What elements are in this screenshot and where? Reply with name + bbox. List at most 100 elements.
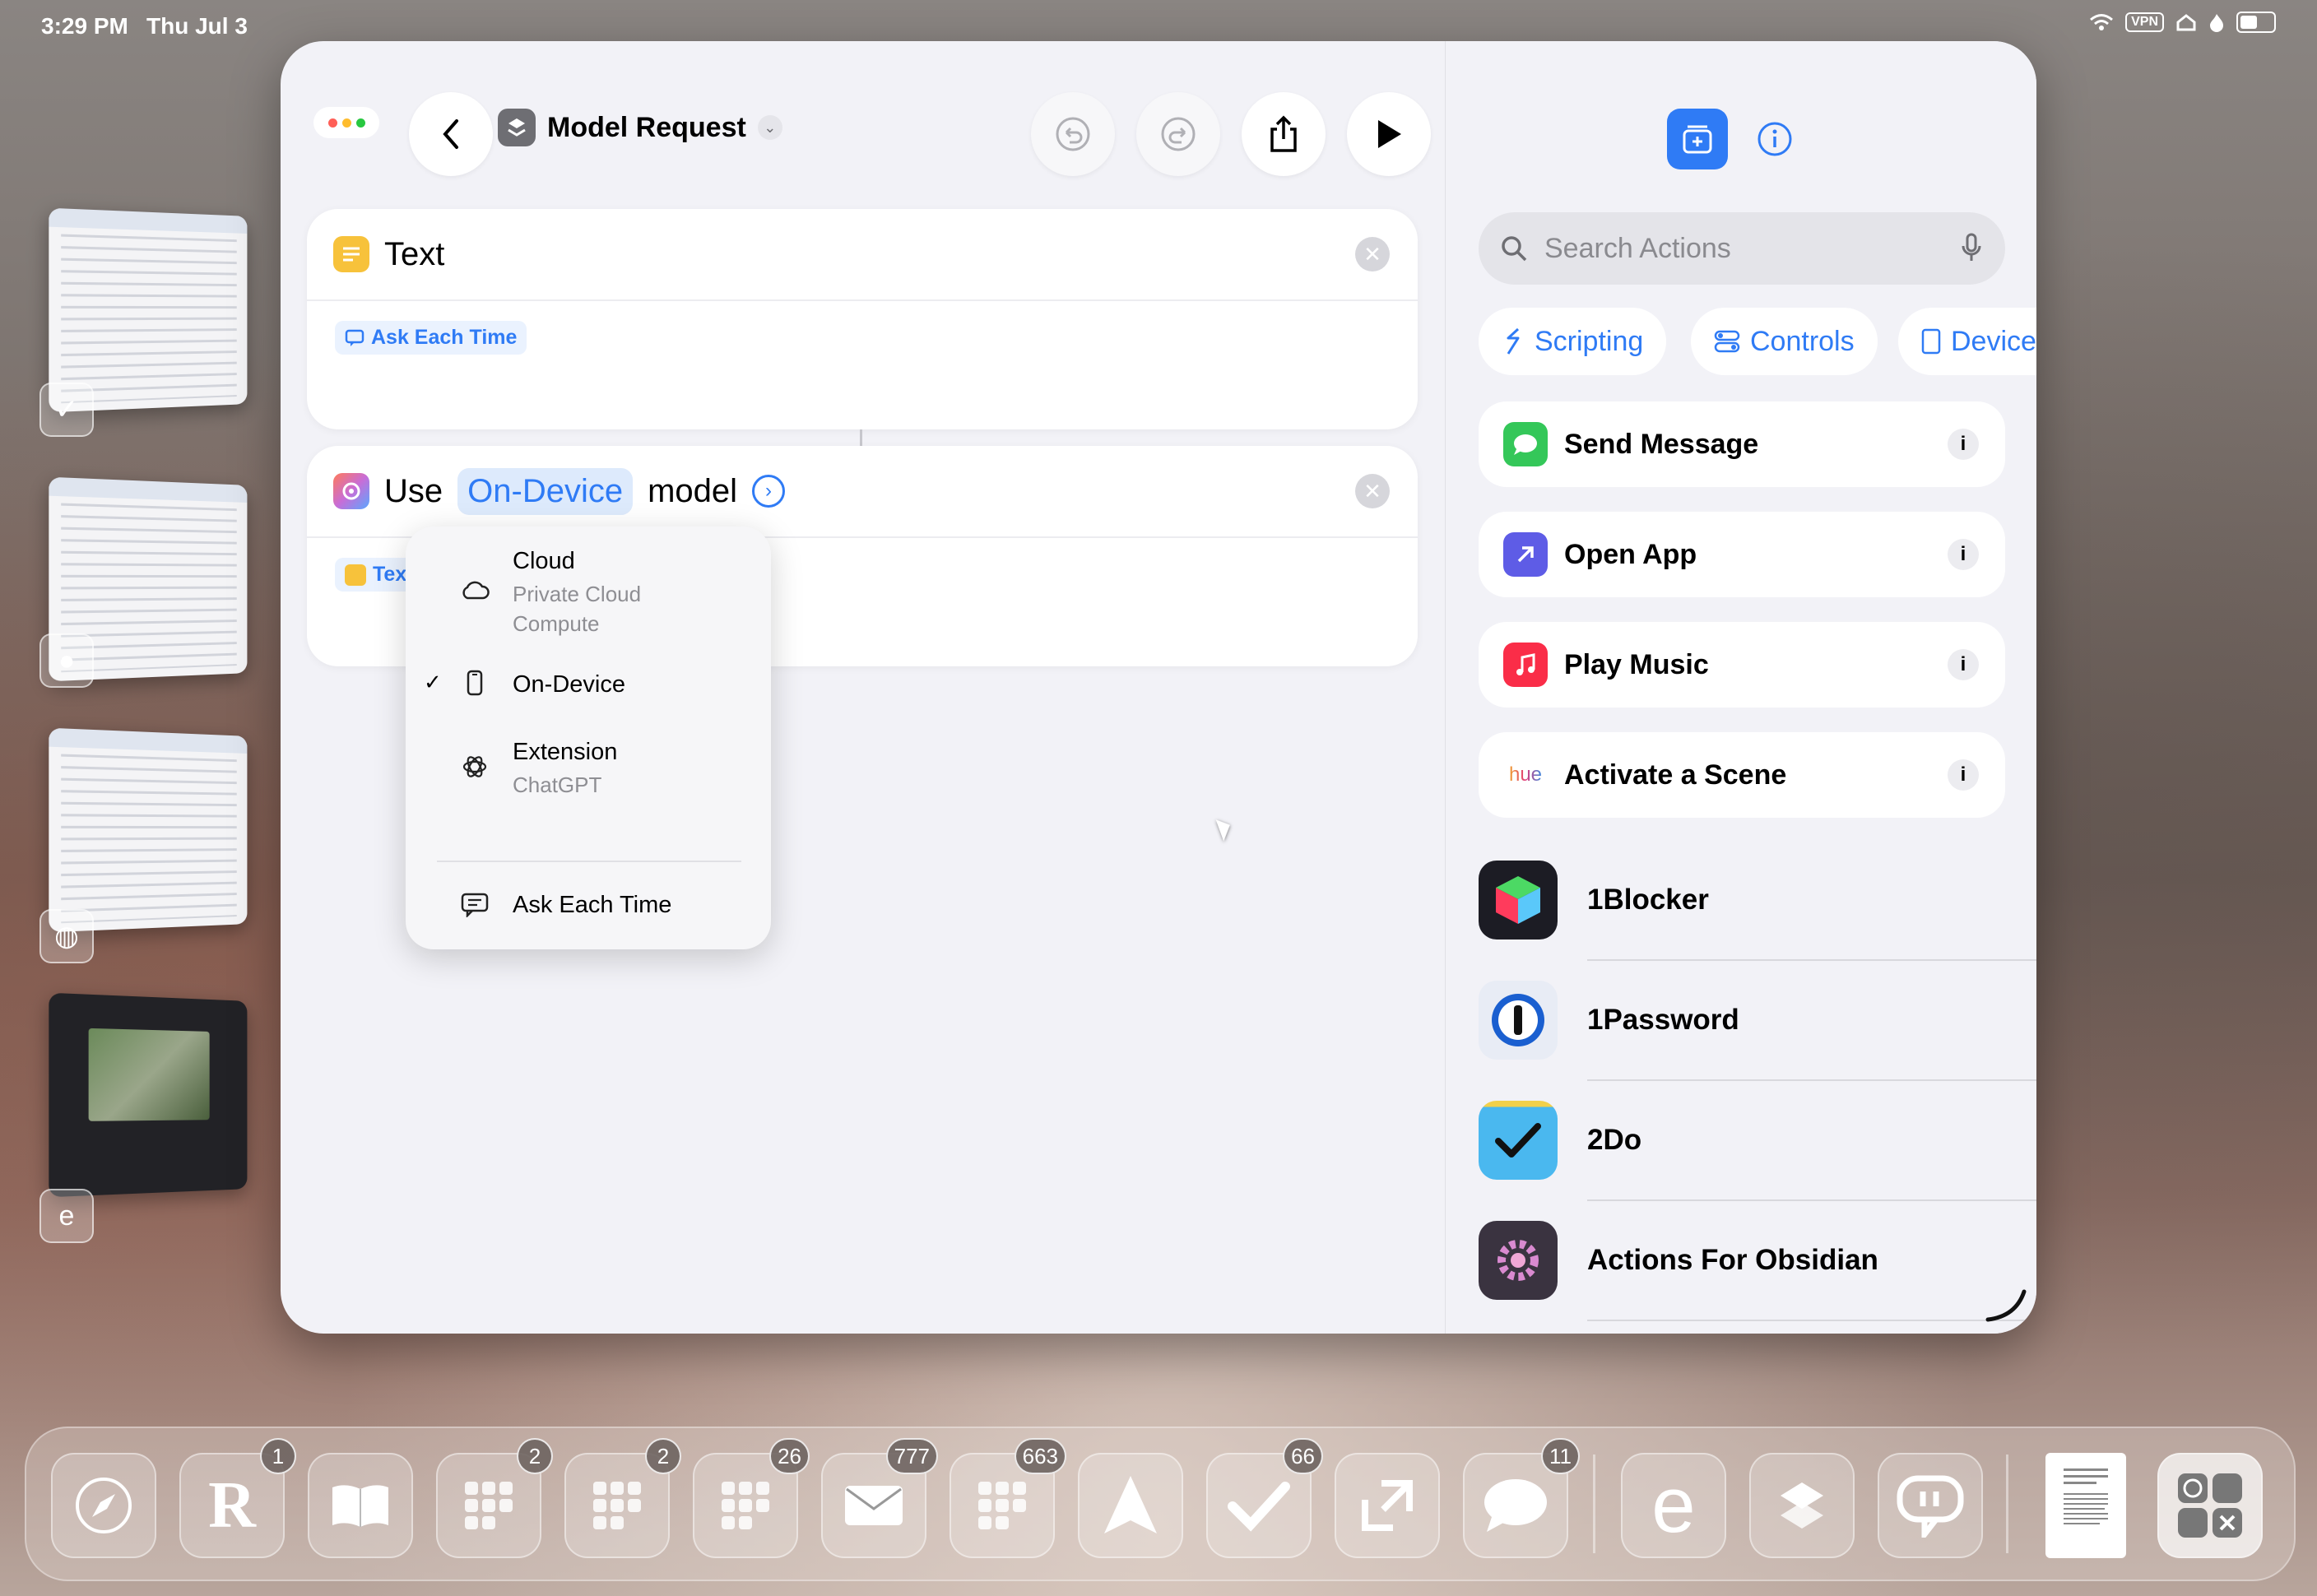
info-button[interactable]: i [1948,759,1979,791]
undo-icon [1056,117,1090,151]
chevron-left-icon [443,119,458,149]
dock-folder-2[interactable]: 2 [564,1438,681,1558]
dock-mail[interactable]: 777 [821,1438,938,1558]
search-actions-field[interactable]: Search Actions [1479,212,2005,285]
shortcut-editor: Model Request ⌄ Text ✕ Ask Each Time Use… [281,41,1445,1334]
ask-each-time-token[interactable]: Ask Each Time [335,321,527,355]
menu-item-extension[interactable]: Extension ChatGPT [406,714,771,821]
text-action-card[interactable]: Text ✕ Ask Each Time [307,209,1418,429]
stage-thumbnail-1[interactable] [49,207,248,413]
search-placeholder: Search Actions [1544,232,1731,264]
edge-badge-icon: e [39,1189,94,1243]
chat-bubble-icon [1897,1475,1964,1538]
folder-icon [465,1482,513,1529]
info-button[interactable]: i [1948,539,1979,570]
checkmark-icon: ✓ [424,670,442,694]
remove-model-action-button[interactable]: ✕ [1355,474,1390,508]
status-date: Thu Jul 3 [146,13,248,39]
menu-item-on-device[interactable]: ✓ On-Device [406,652,771,714]
run-button[interactable] [1347,92,1431,176]
expand-arrow-icon[interactable]: › [752,475,786,508]
action-send-message[interactable]: Send Message i [1479,401,2005,487]
cloud-icon [460,576,490,605]
chip-device-label: Device [1951,325,2036,357]
add-action-tab[interactable] [1667,109,1728,169]
resize-handle-icon[interactable] [1983,1283,2032,1325]
extension-label: Extension [513,739,618,765]
chat-badge-icon: ◍ [39,909,94,963]
safari-icon [76,1478,132,1533]
info-button[interactable]: i [1948,649,1979,680]
minimize-dot[interactable] [341,118,351,128]
zoom-dot[interactable] [355,118,365,128]
app-row-2do[interactable]: 2Do [1479,1081,2036,1201]
dock-chat[interactable] [1878,1453,1983,1558]
apple-intelligence-icon [333,473,369,509]
chip-controls-label: Controls [1750,325,1855,357]
dock-shortcuts[interactable] [1749,1453,1855,1558]
folder-icon [593,1482,641,1529]
info-tab[interactable] [1744,109,1805,169]
chip-controls[interactable]: Controls [1691,308,1878,375]
2do-icon [1479,1101,1558,1180]
badge: 66 [1283,1438,1323,1474]
share-button[interactable] [1242,92,1326,176]
dock-folder-3[interactable]: 26 [693,1438,810,1558]
checkmark-icon [1228,1482,1290,1532]
window-controls[interactable] [313,107,379,138]
dock-reeder[interactable]: R 1 [179,1438,296,1558]
dock-messages[interactable]: 11 [1463,1438,1580,1558]
dock-safari[interactable] [51,1453,156,1558]
chevron-down-icon[interactable]: ⌄ [757,115,782,140]
chip-device[interactable]: Device [1898,308,2036,375]
stage-thumbnail-4[interactable] [49,992,248,1198]
dock-resize[interactable] [1335,1453,1440,1558]
app-row-1blocker[interactable]: 1Blocker [1479,841,2036,961]
microphone-icon[interactable] [1961,233,1982,264]
menu-item-ask-each-time[interactable]: Ask Each Time [406,862,771,948]
1password-icon [1479,981,1558,1060]
close-dot[interactable] [327,118,337,128]
model-menu: Cloud Private Cloud Compute ✓ On-Device … [406,527,771,949]
ipad-icon [1921,328,1941,355]
action-play-music[interactable]: Play Music i [1479,622,2005,708]
books-icon [332,1485,388,1527]
redo-button[interactable] [1136,92,1220,176]
action-activate-scene[interactable]: hue Activate a Scene i [1479,732,2005,818]
action-open-app[interactable]: Open App i [1479,512,2005,597]
app-badge-icon: ✓ [39,383,94,437]
dock-spark[interactable] [1078,1453,1183,1558]
dock-things[interactable]: 66 [1206,1438,1323,1558]
info-button[interactable]: i [1948,429,1979,460]
obsidian-actions-icon [1479,1221,1558,1300]
app-row-1password[interactable]: 1Password [1479,961,2036,1081]
text-icon [333,236,369,272]
messages-icon [1484,1479,1547,1532]
paper-plane-icon [1104,1476,1157,1533]
dock-books[interactable] [308,1453,413,1558]
dock-folder-4[interactable]: 663 [950,1438,1066,1558]
app-row-actions-for-obsidian[interactable]: Actions For Obsidian [1479,1201,2036,1321]
extension-sub: ChatGPT [513,772,602,797]
dock-edge[interactable]: e [1621,1453,1726,1558]
badge: 26 [769,1438,810,1474]
send-message-label: Send Message [1564,428,1759,460]
dock-utilities[interactable] [2157,1453,2263,1558]
menu-item-cloud[interactable]: Cloud Private Cloud Compute [406,527,771,652]
music-icon [1503,643,1548,687]
chip-scripting[interactable]: Scripting [1479,308,1667,375]
dock-folder-1[interactable]: 2 [436,1438,553,1558]
remove-text-action-button[interactable]: ✕ [1355,237,1390,271]
model-selector[interactable]: On-Device [457,467,634,515]
back-button[interactable] [409,92,493,176]
shortcuts-window: Model Request ⌄ Text ✕ Ask Each Time Use… [281,41,2036,1334]
model-word: model [648,472,738,509]
on-device-label: On-Device [513,671,625,698]
row-divider [1587,1320,2036,1321]
dock-document[interactable] [2045,1453,2126,1558]
page-title: Model Request [547,111,746,143]
undo-button[interactable] [1031,92,1115,176]
shortcut-title[interactable]: Model Request ⌄ [498,109,782,146]
stage-thumbnail-3[interactable] [49,727,248,933]
use-word: Use [384,472,443,509]
